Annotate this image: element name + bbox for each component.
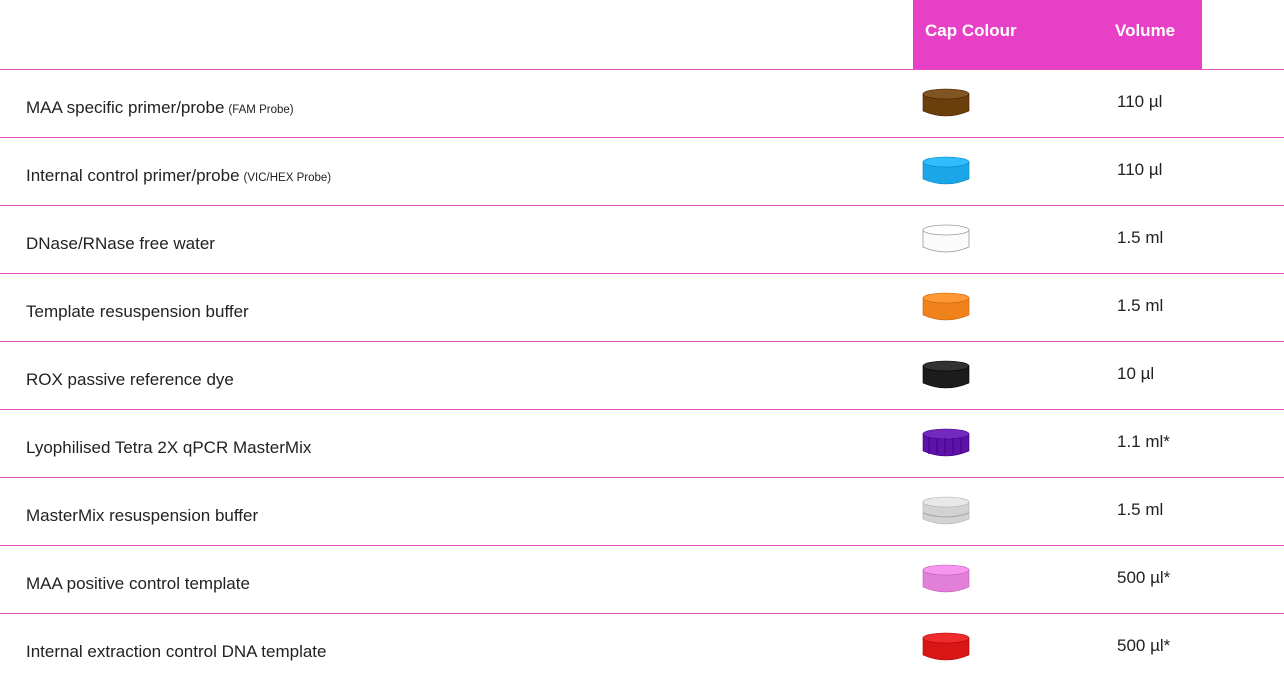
table-header: Cap Colour Volume (913, 0, 1202, 70)
blue-cap-icon (920, 155, 972, 187)
orange-cap-icon (920, 291, 972, 323)
table-row: MAA specific primer/probe (FAM Probe) 110… (0, 69, 1284, 137)
component-name: DNase/RNase free water (26, 234, 215, 253)
purple-cap-icon (920, 427, 972, 459)
table-row: Internal control primer/probe (VIC/HEX Pr… (0, 137, 1284, 205)
table-row: DNase/RNase free water 1.5 ml (0, 205, 1284, 273)
component-name: MAA positive control template (26, 574, 250, 593)
table-row: MasterMix resuspension buffer 1.5 ml (0, 477, 1284, 545)
component-volume: 1.5 ml (1117, 228, 1164, 247)
table-row: MAA positive control template 500 µl* (0, 545, 1284, 613)
component-name: Internal extraction control DNA template (26, 642, 327, 661)
component-volume: 110 µl (1117, 92, 1163, 111)
table-row: Lyophilised Tetra 2X qPCR MasterMix 1.1 … (0, 409, 1284, 477)
brown-cap-icon (920, 87, 972, 119)
component-name: Template resuspension buffer (26, 302, 249, 321)
component-name: Lyophilised Tetra 2X qPCR MasterMix (26, 438, 312, 457)
component-volume: 10 µl (1117, 364, 1155, 383)
white-cap-icon (920, 223, 972, 255)
component-name: Internal control primer/probe (VIC/HEX Pr… (26, 166, 332, 185)
black-cap-icon (920, 359, 972, 391)
table-row: ROX passive reference dye 10 µl (0, 341, 1284, 409)
component-table: MAA specific primer/probe (FAM Probe) 110… (0, 69, 1284, 681)
component-name: MasterMix resuspension buffer (26, 506, 259, 525)
component-name: MAA specific primer/probe (FAM Probe) (26, 98, 294, 117)
pink-cap-icon (920, 563, 972, 595)
component-name: ROX passive reference dye (26, 370, 234, 389)
component-volume: 1.1 ml* (1117, 432, 1170, 451)
header-volume: Volume (1115, 21, 1176, 40)
component-volume: 500 µl* (1117, 636, 1171, 655)
clear-cap-icon (920, 495, 972, 527)
component-volume: 110 µl (1117, 160, 1163, 179)
component-volume: 1.5 ml (1117, 296, 1164, 315)
red-cap-icon (920, 631, 972, 663)
table-row: Internal extraction control DNA template… (0, 613, 1284, 681)
component-volume: 1.5 ml (1117, 500, 1164, 519)
header-cap-colour: Cap Colour (925, 21, 1017, 40)
component-volume: 500 µl* (1117, 568, 1171, 587)
table-row: Template resuspension buffer 1.5 ml (0, 273, 1284, 341)
